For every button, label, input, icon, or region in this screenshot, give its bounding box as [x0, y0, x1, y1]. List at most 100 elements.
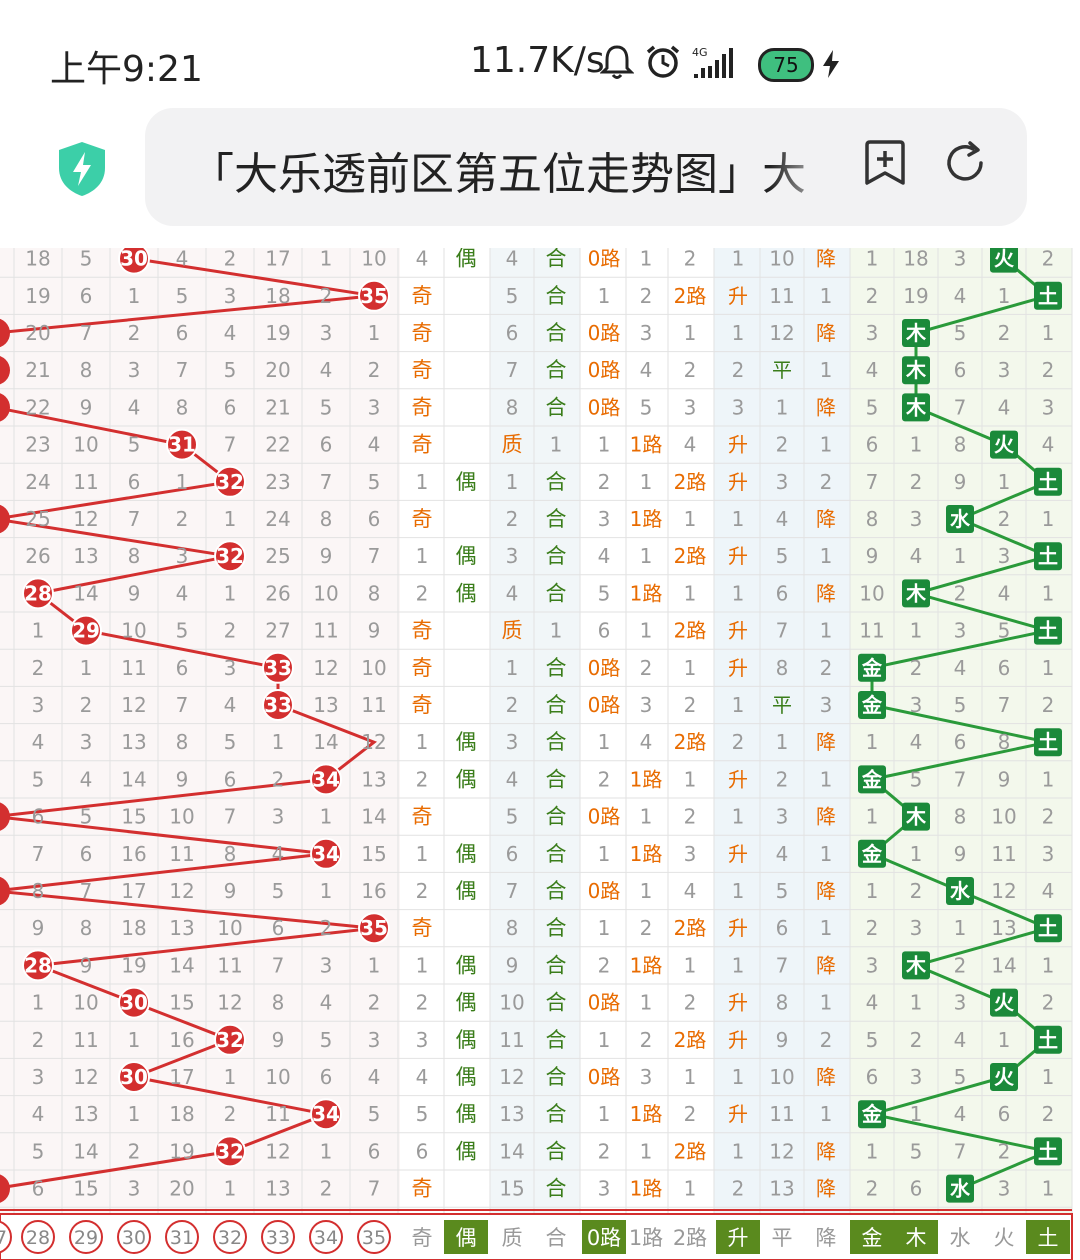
- road-miss: 1: [684, 507, 697, 531]
- composite-marker: 合: [546, 1102, 567, 1126]
- wuxing-marker: 木: [905, 395, 927, 419]
- miss-count: 3: [32, 1065, 45, 1089]
- trend-miss: 3: [776, 470, 789, 494]
- wuxing-miss: 4: [866, 991, 879, 1015]
- battery-icon: 75: [758, 48, 814, 82]
- miss-count: 6: [32, 1177, 45, 1201]
- odd-miss: 2: [416, 581, 429, 605]
- wuxing-miss: 3: [954, 991, 967, 1015]
- trend-miss: 11: [769, 284, 794, 308]
- road-marker: 2路: [674, 1139, 707, 1163]
- road-miss: 1: [684, 581, 697, 605]
- road-miss: 2: [640, 656, 653, 680]
- wuxing-miss: 1: [998, 470, 1011, 494]
- winning-ball-number: 34: [312, 1102, 340, 1126]
- miss-count: 14: [361, 805, 386, 829]
- wuxing-miss: 8: [954, 805, 967, 829]
- odd-miss: 3: [416, 1028, 429, 1052]
- miss-count: 13: [73, 1102, 98, 1126]
- road-miss: 2: [640, 1028, 653, 1052]
- wuxing-miss: 2: [1042, 805, 1055, 829]
- wuxing-miss: 4: [1042, 879, 1055, 903]
- miss-count: 3: [128, 358, 141, 382]
- miss-count: 24: [265, 507, 290, 531]
- odd-miss: 1: [416, 544, 429, 568]
- composite-marker: 合: [546, 916, 567, 940]
- winning-ball-number: 31: [168, 433, 196, 457]
- miss-count: 7: [176, 693, 189, 717]
- wuxing-miss: 3: [866, 321, 879, 345]
- road-miss: 1: [640, 805, 653, 829]
- even-marker: 偶: [456, 879, 477, 903]
- road-marker: 1路: [630, 1102, 663, 1126]
- road-miss: 3: [684, 395, 697, 419]
- trend-miss: 6: [776, 916, 789, 940]
- road-miss: 2: [684, 358, 697, 382]
- miss-count: 27: [265, 619, 290, 643]
- miss-count: 9: [80, 953, 93, 977]
- composite-miss: 1: [550, 433, 563, 457]
- trend-miss: 1: [820, 433, 833, 457]
- trend-miss: 1: [820, 991, 833, 1015]
- miss-count: 14: [169, 953, 194, 977]
- wuxing-marker: 金: [861, 693, 883, 717]
- trend-chart-svg: 18 5 30 4 2 17 1 10 4 偶 4 合 0路 1 2 1 10 降 1 18 3 火 219 6 1 5 3 18 2 3…: [0, 248, 1073, 1260]
- trend-miss: 1: [732, 248, 745, 271]
- footer-label: 质: [502, 1226, 523, 1250]
- trend-marker: 升: [728, 842, 748, 866]
- miss-count: 19: [169, 1139, 194, 1163]
- trend-miss: 1: [732, 581, 745, 605]
- miss-count: 2: [320, 916, 333, 940]
- wuxing-marker: 土: [1038, 1139, 1058, 1163]
- road-miss: 4: [684, 433, 697, 457]
- prime-miss: 5: [506, 284, 519, 308]
- miss-count: 3: [272, 805, 285, 829]
- trend-marker: 降: [816, 730, 836, 754]
- wuxing-miss: 4: [1042, 433, 1055, 457]
- miss-count: 5: [80, 248, 93, 271]
- prime-miss: 6: [506, 321, 519, 345]
- miss-count: 12: [121, 693, 146, 717]
- wuxing-miss: 5: [866, 1028, 879, 1052]
- footer-label: 2路: [673, 1226, 707, 1250]
- odd-miss: 2: [416, 767, 429, 791]
- miss-count: 12: [73, 507, 98, 531]
- miss-count: 20: [169, 1177, 194, 1201]
- miss-count: 14: [73, 581, 98, 605]
- miss-count: 2: [32, 656, 45, 680]
- prime-miss: 2: [506, 693, 519, 717]
- footer-label: 平: [772, 1226, 793, 1250]
- prime-miss: 3: [506, 544, 519, 568]
- bookmark-add-icon[interactable]: [862, 140, 908, 186]
- road-miss: 1: [640, 248, 653, 271]
- miss-count: 7: [224, 805, 237, 829]
- miss-count: 1: [32, 991, 45, 1015]
- even-marker: 偶: [456, 581, 477, 605]
- wuxing-miss: 2: [1042, 248, 1055, 271]
- status-time: 上午9:21: [50, 49, 203, 90]
- road-miss: 2: [598, 1139, 611, 1163]
- wuxing-miss: 2: [954, 953, 967, 977]
- shield-icon[interactable]: [56, 140, 108, 196]
- even-marker: 偶: [456, 991, 477, 1015]
- miss-count: 10: [73, 433, 98, 457]
- wuxing-miss: 2: [910, 470, 923, 494]
- miss-count: 10: [121, 619, 146, 643]
- wuxing-miss: 3: [910, 507, 923, 531]
- miss-count: 18: [25, 248, 50, 271]
- miss-count: 2: [128, 1139, 141, 1163]
- miss-count: 5: [224, 358, 237, 382]
- wuxing-miss: 3: [998, 358, 1011, 382]
- odd-miss: 1: [416, 842, 429, 866]
- composite-marker: 合: [546, 991, 567, 1015]
- wuxing-miss: 3: [954, 248, 967, 271]
- miss-count: 10: [73, 991, 98, 1015]
- road-miss: 1: [598, 284, 611, 308]
- footer-label: 土: [1038, 1226, 1059, 1250]
- odd-marker: 奇: [412, 507, 433, 531]
- miss-count: 2: [320, 284, 333, 308]
- url-text[interactable]: 「大乐透前区第五位走势图」大: [190, 138, 830, 202]
- reload-icon[interactable]: [942, 140, 988, 186]
- miss-count: 13: [169, 916, 194, 940]
- footer-label: 火: [994, 1226, 1015, 1250]
